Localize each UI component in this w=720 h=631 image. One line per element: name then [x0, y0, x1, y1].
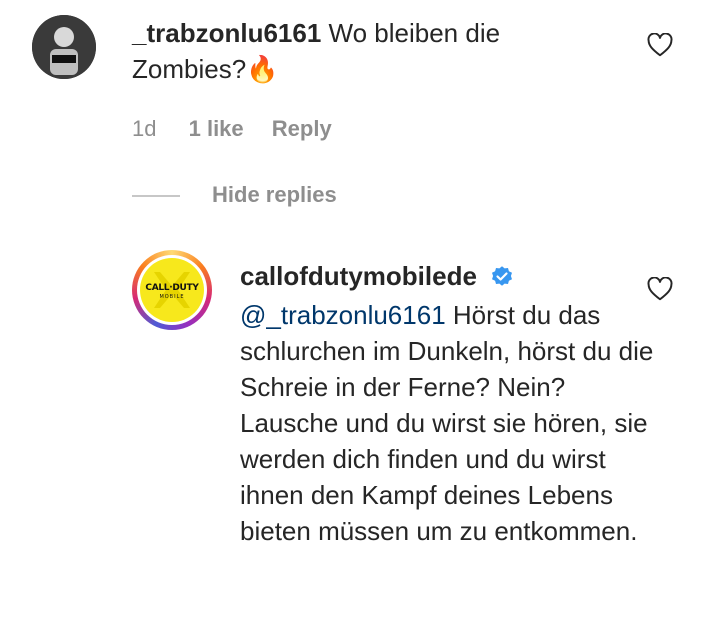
logo-text: CALL·DUTY — [145, 283, 199, 293]
avatar-inner: CALL·DUTY MOBILE — [137, 255, 207, 325]
reply-text: Hörst du das schlurchen im Dunkeln, hörs… — [240, 300, 654, 546]
fire-emoji-icon: 🔥 — [246, 54, 279, 84]
like-comment-heart-icon[interactable] — [647, 32, 673, 57]
comment-body: _trabzonlu6161 Wo bleiben die Zombies?🔥 — [132, 15, 592, 87]
comment-likes[interactable]: 1 like — [189, 116, 244, 141]
commenter-avatar[interactable] — [32, 15, 96, 79]
like-reply-heart-icon[interactable] — [647, 276, 673, 301]
commenter-username[interactable]: _trabzonlu6161 — [132, 18, 321, 48]
reply-avatar[interactable]: CALL·DUTY MOBILE — [132, 250, 212, 330]
logo-subtext: MOBILE — [159, 294, 185, 300]
reply-body: callofdutymobilede @_trabzonlu6161 Hörst… — [240, 258, 660, 549]
reply-mention[interactable]: @_trabzonlu6161 — [240, 300, 446, 330]
comment-meta: 1d 1 like Reply — [132, 116, 332, 142]
hide-replies-button[interactable]: Hide replies — [212, 182, 337, 208]
hide-replies-label: Hide replies — [212, 182, 337, 207]
comment-time: 1d — [132, 116, 157, 141]
reply-username[interactable]: callofdutymobilede — [240, 261, 477, 291]
hide-replies-divider — [132, 195, 180, 197]
call-of-duty-logo: CALL·DUTY MOBILE — [140, 258, 204, 322]
verified-badge-icon — [490, 261, 514, 297]
reply-button[interactable]: Reply — [272, 116, 332, 141]
